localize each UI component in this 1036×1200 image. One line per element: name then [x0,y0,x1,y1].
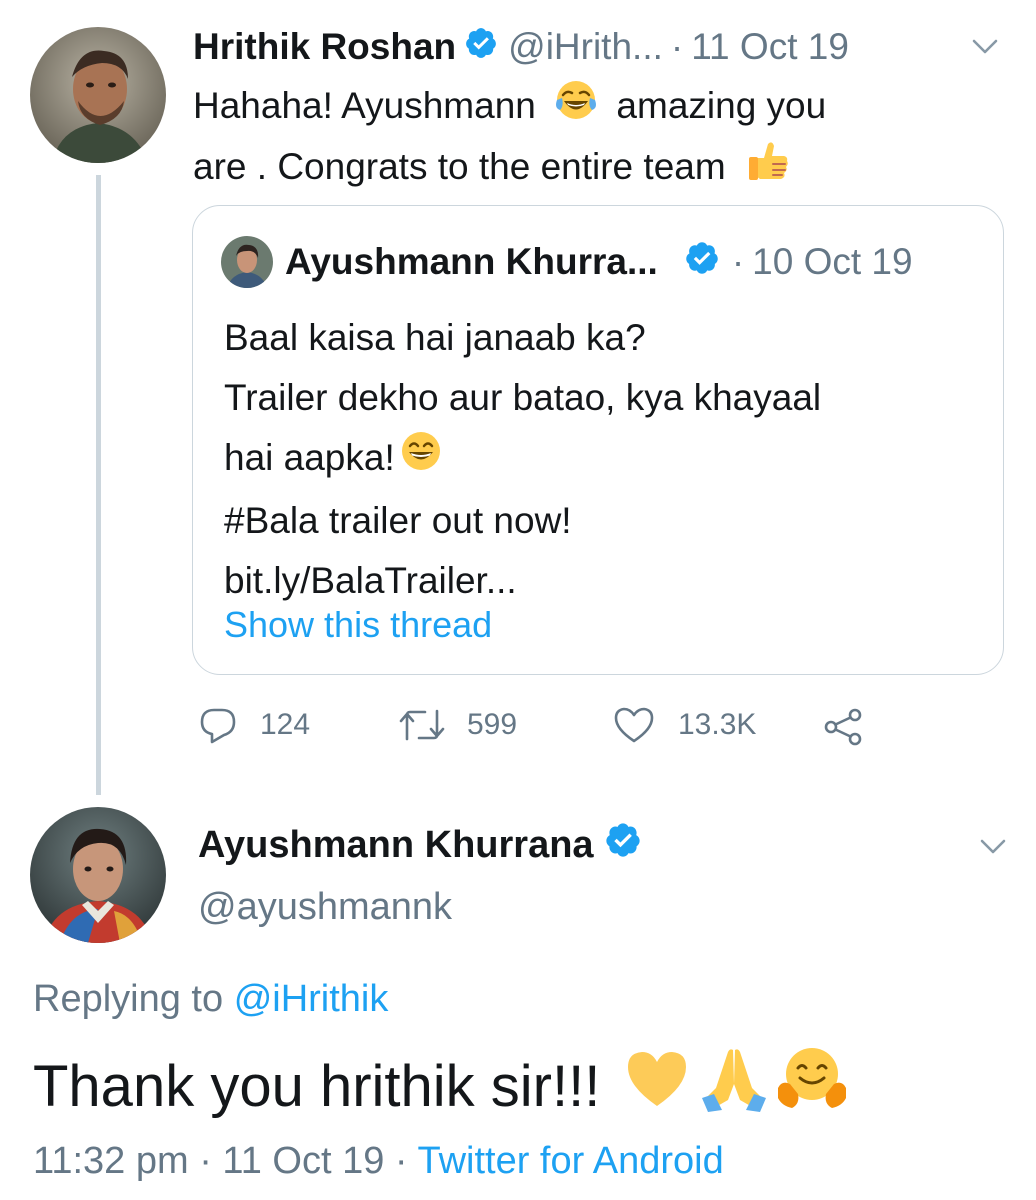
ayushmann-avatar[interactable] [30,807,166,943]
quoted-line: Baal kaisa hai janaab ka? [224,317,646,358]
reply-author-handle[interactable]: @ayushmannk [198,886,452,929]
like-count: 13.3K [678,708,757,741]
like-action[interactable]: 13.3K [612,705,756,745]
reply-date[interactable]: 11 Oct 19 [222,1140,384,1182]
quoted-tweet-card[interactable]: Ayushmann Khurra... · 10 Oct 19 Baal kai… [192,205,1004,675]
yellow-heart-emoji [624,1048,690,1124]
quoted-text: Baal kaisa hai janaab ka? Trailer dekho … [224,308,821,611]
quoted-author-avatar [221,236,273,288]
tweet-text-line2: are . Congrats to the entire team [193,138,826,200]
folded-hands-emoji [698,1044,770,1128]
thumbs-up-emoji [746,138,790,200]
verified-badge-icon [604,821,642,869]
retweet-count: 599 [467,708,518,741]
show-thread-link[interactable]: Show this thread [224,604,492,646]
tweet-text: Hahaha! Ayushmann amazing you are . Cong… [193,78,826,200]
reply-source[interactable]: Twitter for Android [417,1140,723,1182]
quoted-link[interactable]: bit.ly/BalaTrailer... [224,551,821,611]
hugging-face-emoji [776,1044,848,1128]
quoted-date[interactable]: 10 Oct 19 [752,241,912,283]
quoted-line: Trailer dekho aur batao, kya khayaal [224,377,822,418]
reply-count: 124 [260,708,311,741]
replying-to-handle[interactable]: @iHrithik [234,978,389,1020]
quoted-header: Ayushmann Khurra... · 10 Oct 19 [285,238,913,286]
tweet-text-line1: Hahaha! Ayushmann amazing you [193,78,826,138]
reply-meta: 11:32 pm · 11 Oct 19 · Twitter for Andro… [33,1140,724,1183]
tweet-header: Hrithik Roshan @iHrith... · 11 Oct 19 [193,24,849,70]
reply-icon [198,705,260,745]
quoted-line: hai aapka! [224,428,821,491]
reply-time[interactable]: 11:32 pm [33,1140,189,1182]
meta-separator: · [199,1140,212,1182]
retweet-action[interactable]: 599 [397,705,517,745]
verified-badge-icon [464,26,498,69]
verified-badge-icon [684,240,720,285]
replying-to-label: Replying to [33,978,224,1020]
chevron-down-icon[interactable] [978,836,1008,863]
reply-text: Thank you hrithik sir!!! [33,1044,848,1128]
quoted-separator: · [731,241,745,282]
grinning-emoji [399,429,443,491]
tweet-author-handle[interactable]: @iHrith... [508,26,663,68]
hrithik-avatar[interactable] [30,27,166,163]
tweet-author-name[interactable]: Hrithik Roshan [193,26,456,68]
share-icon[interactable] [822,707,864,752]
chevron-down-icon[interactable] [970,36,1000,63]
reply-action[interactable]: 124 [198,705,310,745]
tweet-date[interactable]: 11 Oct 19 [691,26,849,68]
header-separator: · [670,26,684,67]
like-icon [612,705,678,745]
retweet-icon [397,705,469,745]
reply-header: Ayushmann Khurrana [198,820,642,870]
replying-to: Replying to @iHrithik [33,978,388,1021]
meta-separator: · [394,1140,408,1182]
quoted-author-name[interactable]: Ayushmann Khurra... [285,241,658,283]
tears-of-joy-emoji [554,78,598,138]
reply-author-name[interactable]: Ayushmann Khurrana [198,824,594,867]
quoted-hashtag-line: #Bala trailer out now! [224,500,572,542]
thread-connector-line [96,175,101,795]
